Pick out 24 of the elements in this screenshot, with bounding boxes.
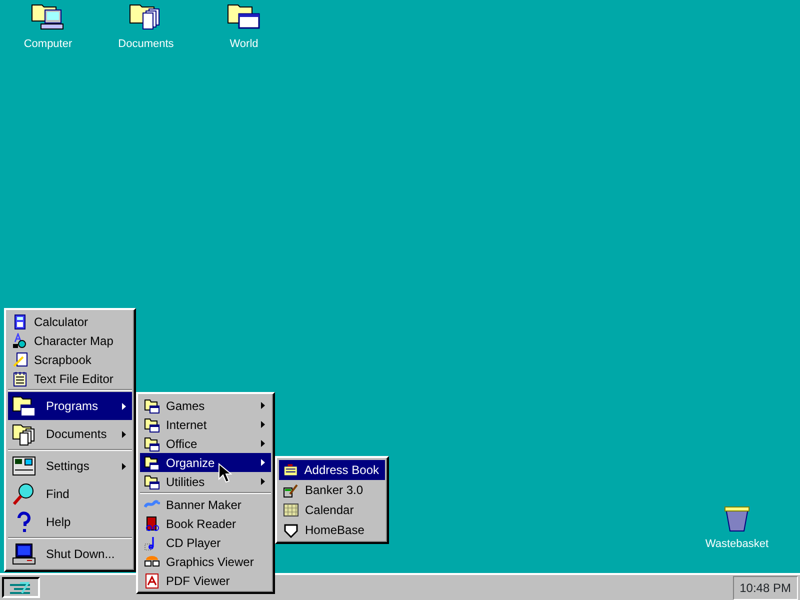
menu-item[interactable]: Scrapbook [8,350,132,369]
menu-item[interactable]: Find [8,480,132,508]
menu-item[interactable]: HomeBase [279,520,385,540]
menu-item[interactable]: Banner Maker [140,495,271,514]
menu-item[interactable]: Character Map [8,331,132,350]
menu-item[interactable]: Calculator [8,312,132,331]
menu-item[interactable]: Help [8,508,132,536]
menu-item[interactable]: CD Player [140,533,271,552]
clock: 10:48 PM [732,576,798,600]
menu-item[interactable]: Calendar [279,500,385,520]
menu-item[interactable]: Book Reader [140,514,271,533]
menu-item[interactable]: Banker 3.0 [279,480,385,500]
menu-item[interactable]: Settings [8,452,132,480]
menu-item[interactable]: Address Book [279,460,385,480]
menu-item[interactable]: Text File Editor [8,369,132,388]
menu-item[interactable]: Graphics Viewer [140,552,271,571]
menu-item[interactable]: Documents [8,420,132,448]
menu-item[interactable]: Organize [140,453,271,472]
menu-item[interactable]: Programs [8,392,132,420]
menu-item[interactable]: Shut Down... [8,540,132,568]
menu-item[interactable]: Internet [140,415,271,434]
menu-item[interactable]: Office [140,434,271,453]
menu-item[interactable]: PDF Viewer [140,571,271,590]
menu-item[interactable]: Games [140,396,271,415]
